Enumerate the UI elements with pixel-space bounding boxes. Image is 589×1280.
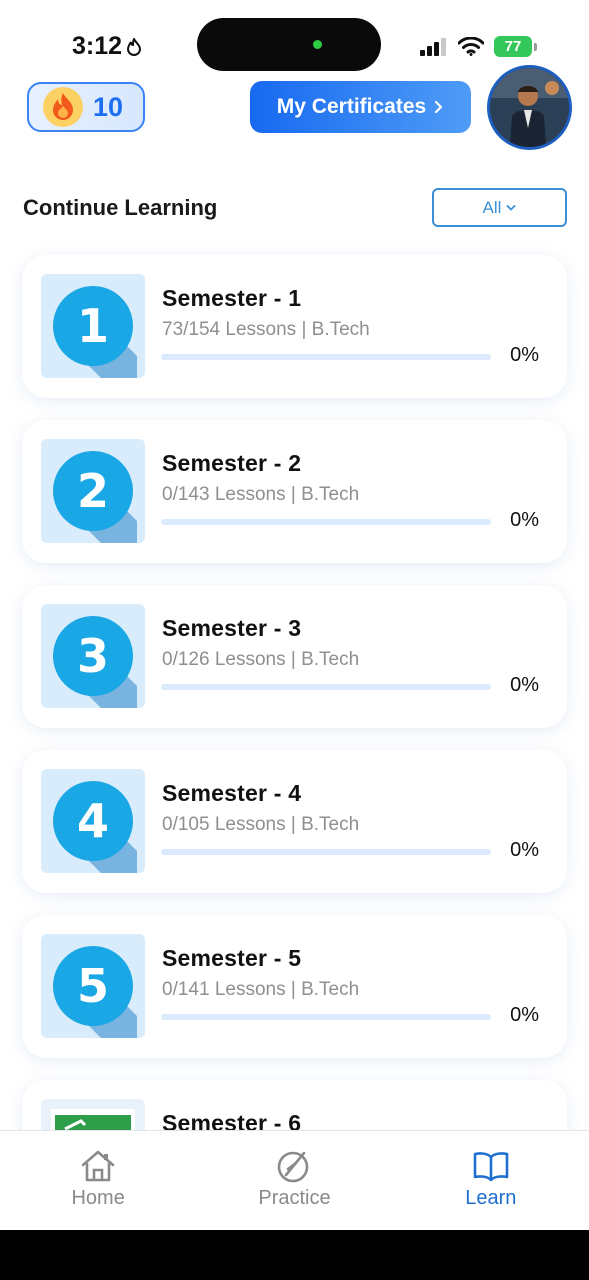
chevron-right-icon: [435, 100, 443, 114]
semester-5-thumbnail: 5: [41, 934, 145, 1038]
lessons-count: 73/154 Lessons | B.Tech: [162, 319, 370, 340]
semester-1-thumbnail: 1: [41, 274, 145, 378]
progress-percent: 0%: [510, 1004, 539, 1026]
semester-4-thumbnail: 4: [41, 769, 145, 873]
fire-icon: [43, 87, 83, 127]
semester-2-thumbnail: 2: [41, 439, 145, 543]
progress-percent: 0%: [510, 344, 539, 366]
dynamic-island: [197, 18, 381, 71]
progress-track: [161, 354, 491, 360]
semester-3-thumbnail: 3: [41, 604, 145, 708]
semester-card-1[interactable]: 1 Semester - 1 73/154 Lessons | B.Tech 0…: [22, 255, 567, 398]
semester-card-5[interactable]: 5 Semester - 5 0/141 Lessons | B.Tech 0%: [22, 915, 567, 1058]
profile-avatar[interactable]: [487, 65, 572, 150]
lessons-count: 0/126 Lessons | B.Tech: [162, 649, 360, 670]
progress-track: [161, 519, 491, 525]
nav-learn-label: Learn: [465, 1187, 517, 1209]
cellular-signal-icon: [420, 37, 446, 56]
practice-compass-icon: [278, 1151, 309, 1183]
streak-badge[interactable]: 10: [27, 82, 145, 132]
book-open-icon: [473, 1152, 509, 1182]
progress-track: [161, 1014, 491, 1020]
semester-2-badge-text: 2: [77, 464, 109, 518]
nav-practice-label: Practice: [258, 1187, 331, 1209]
semester-title: Semester - 4: [162, 780, 302, 806]
home-icon: [81, 1150, 115, 1182]
semester-title: Semester - 1: [162, 285, 302, 311]
semester-4-badge-text: 4: [77, 794, 109, 848]
number-four-icon: 4: [53, 781, 137, 873]
camera-indicator-dot: [313, 40, 322, 49]
battery-tip: [534, 42, 537, 51]
semester-title: Semester - 3: [162, 615, 302, 641]
my-certificates-label: My Certificates: [276, 95, 427, 118]
status-time: 3:12: [72, 32, 142, 61]
lessons-count: 0/141 Lessons | B.Tech: [162, 979, 360, 1000]
semester-title: Semester - 2: [162, 450, 302, 476]
streak-count: 10: [93, 91, 124, 122]
wifi-icon: [458, 37, 484, 56]
progress-percent: 0%: [510, 509, 539, 531]
semester-1-badge-text: 1: [77, 299, 109, 353]
progress-percent: 0%: [510, 674, 539, 696]
bottom-navigation: Home Practice Learn: [0, 1130, 589, 1230]
filter-dropdown[interactable]: All: [432, 188, 567, 227]
nav-learn[interactable]: Learn: [393, 1131, 589, 1230]
section-title: Continue Learning: [23, 195, 218, 220]
semester-card-2[interactable]: 2 Semester - 2 0/143 Lessons | B.Tech 0%: [22, 420, 567, 563]
number-five-icon: 5: [53, 946, 137, 1038]
status-icons: 77: [420, 36, 537, 57]
app-screen: 3:12 77 10 My Certificates Continue Lear…: [0, 0, 589, 1230]
number-one-icon: 1: [53, 286, 137, 378]
progress-percent: 0%: [510, 839, 539, 861]
battery-indicator: 77: [494, 36, 537, 57]
chevron-down-icon: [507, 204, 516, 211]
status-time-text: 3:12: [72, 32, 123, 60]
lessons-count: 0/143 Lessons | B.Tech: [162, 484, 360, 505]
semester-card-3[interactable]: 3 Semester - 3 0/126 Lessons | B.Tech 0%: [22, 585, 567, 728]
semester-title: Semester - 5: [162, 945, 302, 971]
progress-track: [161, 849, 491, 855]
nav-home[interactable]: Home: [0, 1131, 196, 1230]
semester-5-badge-text: 5: [77, 959, 109, 1013]
nav-home-label: Home: [71, 1187, 125, 1209]
my-certificates-button[interactable]: My Certificates: [250, 81, 471, 133]
semester-card-4[interactable]: 4 Semester - 4 0/105 Lessons | B.Tech 0%: [22, 750, 567, 893]
progress-track: [161, 684, 491, 690]
nav-practice[interactable]: Practice: [196, 1131, 392, 1230]
number-three-icon: 3: [53, 616, 137, 708]
semester-3-badge-text: 3: [77, 629, 109, 683]
number-two-icon: 2: [53, 451, 137, 543]
filter-value: All: [482, 197, 502, 217]
activity-icon: [127, 37, 142, 56]
battery-level: 77: [494, 36, 532, 57]
lessons-count: 0/105 Lessons | B.Tech: [162, 814, 360, 835]
